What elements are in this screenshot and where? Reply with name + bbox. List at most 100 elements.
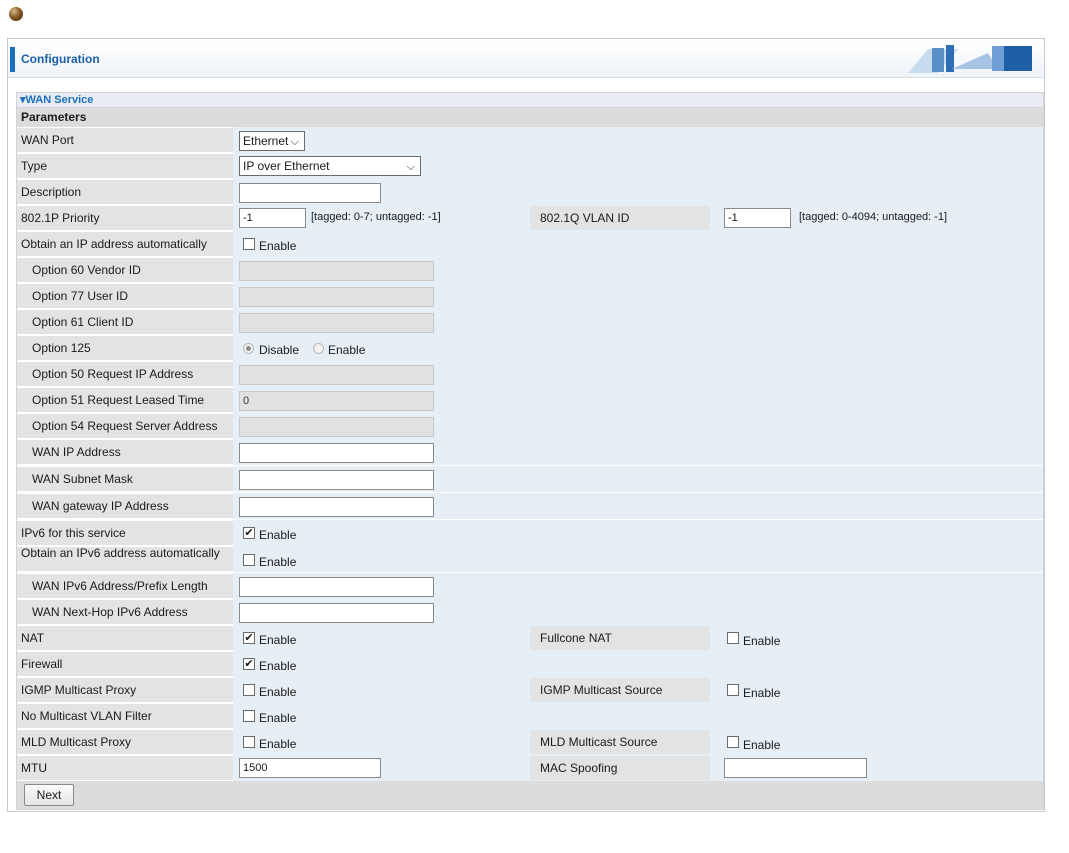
row-ipv6-address: WAN IPv6 Address/Prefix Length xyxy=(17,573,1043,599)
wan-port-label: WAN Port xyxy=(17,128,233,152)
wan-mask-input[interactable] xyxy=(239,470,434,490)
option-54-label: Option 54 Request Server Address xyxy=(17,414,233,438)
option-50-input[interactable] xyxy=(239,365,434,385)
description-cell xyxy=(233,179,1043,205)
row-priority-vlan: 802.1P Priority -1 [tagged: 0-7; untagge… xyxy=(17,205,1043,231)
nat-label: NAT xyxy=(17,626,233,650)
chevron-down-icon: ⌵ xyxy=(406,161,415,173)
option-125-enable-label: Enable xyxy=(328,343,366,357)
option-77-input[interactable] xyxy=(239,287,434,307)
nat-enable-label: Enable xyxy=(259,633,297,647)
no-vlan-filter-checkbox[interactable] xyxy=(243,710,255,722)
option-60-label: Option 60 Vendor ID xyxy=(17,258,233,282)
row-igmp: IGMP Multicast Proxy Enable IGMP Multica… xyxy=(17,677,1043,703)
wan-gateway-input[interactable] xyxy=(239,497,434,517)
igmp-cell: Enable IGMP Multicast Source Enable xyxy=(233,677,1043,703)
chevron-down-icon: ⌵ xyxy=(290,136,299,148)
igmp-proxy-enable-label: Enable xyxy=(259,685,297,699)
ipv6-next-hop-label: WAN Next-Hop IPv6 Address xyxy=(17,600,233,624)
row-no-vlan-filter: No Multicast VLAN Filter Enable xyxy=(17,703,1043,729)
mac-spoofing-label: MAC Spoofing xyxy=(530,756,710,780)
obtain-ipv6-cell: Enable xyxy=(233,546,1043,572)
obtain-ip-label: Obtain an IP address automatically xyxy=(17,232,233,256)
mld-proxy-checkbox[interactable] xyxy=(243,736,255,748)
no-vlan-filter-cell: Enable xyxy=(233,703,1043,729)
no-vlan-filter-label: No Multicast VLAN Filter xyxy=(17,704,233,728)
mtu-input[interactable]: 1500 xyxy=(239,758,381,778)
option-50-label: Option 50 Request IP Address xyxy=(17,362,233,386)
no-vlan-filter-enable-label: Enable xyxy=(259,711,297,725)
type-label: Type xyxy=(17,154,233,178)
igmp-source-checkbox[interactable] xyxy=(727,684,739,696)
obtain-ip-enable-label: Enable xyxy=(259,239,297,253)
header-accent xyxy=(10,47,15,72)
wan-gateway-label: WAN gateway IP Address xyxy=(17,494,233,518)
wan-ip-cell xyxy=(233,439,1043,465)
priority-cell: -1 [tagged: 0-7; untagged: -1] 802.1Q VL… xyxy=(233,205,1043,231)
ipv6-address-input[interactable] xyxy=(239,577,434,597)
obtain-ip-cell: Enable xyxy=(233,231,1043,257)
option-61-input[interactable] xyxy=(239,313,434,333)
ipv6-next-hop-input[interactable] xyxy=(239,603,434,623)
description-input[interactable] xyxy=(239,183,381,203)
option-51-label: Option 51 Request Leased Time xyxy=(17,388,233,412)
obtain-ipv6-checkbox[interactable] xyxy=(243,554,255,566)
wan-port-cell: Ethernet ⌵ xyxy=(233,127,1043,153)
row-option-60: Option 60 Vendor ID xyxy=(17,257,1043,283)
mtu-label: MTU xyxy=(17,756,233,780)
mld-cell: Enable MLD Multicast Source Enable xyxy=(233,729,1043,755)
option-51-input[interactable]: 0 xyxy=(239,391,434,411)
type-select[interactable]: IP over Ethernet ⌵ xyxy=(239,156,421,176)
row-option-54: Option 54 Request Server Address xyxy=(17,413,1043,439)
priority-input[interactable]: -1 xyxy=(239,208,306,228)
row-option-61: Option 61 Client ID xyxy=(17,309,1043,335)
option-60-input[interactable] xyxy=(239,261,434,281)
firewall-checkbox[interactable]: ✔ xyxy=(243,658,255,670)
option-54-input[interactable] xyxy=(239,417,434,437)
type-value: IP over Ethernet xyxy=(243,159,330,173)
mac-spoofing-input[interactable] xyxy=(724,758,867,778)
fullcone-nat-enable-label: Enable xyxy=(743,634,781,648)
next-button[interactable]: Next xyxy=(24,784,74,806)
row-type: Type IP over Ethernet ⌵ xyxy=(17,153,1043,179)
obtain-ipv6-enable-label: Enable xyxy=(259,555,297,569)
option-60-cell xyxy=(233,257,1043,283)
option-61-label: Option 61 Client ID xyxy=(17,310,233,334)
vlan-id-hint: [tagged: 0-4094; untagged: -1] xyxy=(799,211,948,223)
vlan-id-input[interactable]: -1 xyxy=(724,208,791,228)
option-51-cell: 0 xyxy=(233,387,1043,413)
ipv6-checkbox[interactable]: ✔ xyxy=(243,527,255,539)
row-mtu: MTU 1500 MAC Spoofing xyxy=(17,755,1043,781)
option-125-label: Option 125 xyxy=(17,336,233,360)
option-125-enable-radio[interactable] xyxy=(313,343,324,354)
row-option-50: Option 50 Request IP Address xyxy=(17,361,1043,387)
option-125-disable-radio[interactable] xyxy=(243,343,254,354)
fullcone-nat-checkbox[interactable] xyxy=(727,632,739,644)
option-125-disable-label: Disable xyxy=(259,343,300,357)
row-wan-gateway: WAN gateway IP Address xyxy=(17,493,1043,520)
mld-source-checkbox[interactable] xyxy=(727,736,739,748)
igmp-proxy-label: IGMP Multicast Proxy xyxy=(17,678,233,702)
ipv6-address-label: WAN IPv6 Address/Prefix Length xyxy=(17,574,233,598)
fullcone-nat-label: Fullcone NAT xyxy=(530,626,710,650)
row-ipv6: IPv6 for this service ✔ Enable xyxy=(17,520,1043,546)
wan-ip-input[interactable] xyxy=(239,443,434,463)
wan-mask-cell xyxy=(233,466,1043,492)
igmp-source-enable-label: Enable xyxy=(743,686,781,700)
description-label: Description xyxy=(17,180,233,204)
priority-hint: [tagged: 0-7; untagged: -1] xyxy=(311,211,441,223)
row-firewall: Firewall ✔ Enable xyxy=(17,651,1043,677)
obtain-ip-checkbox[interactable] xyxy=(243,238,255,250)
nat-checkbox[interactable]: ✔ xyxy=(243,632,255,644)
section-header[interactable]: ▾WAN Service xyxy=(17,93,1043,108)
row-obtain-ipv6: Obtain an IPv6 address automatically Ena… xyxy=(17,546,1043,573)
ipv6-label: IPv6 for this service xyxy=(17,521,233,545)
mld-source-label: MLD Multicast Source xyxy=(530,730,710,754)
igmp-proxy-checkbox[interactable] xyxy=(243,684,255,696)
configuration-frame: Configuration ▾WAN Service Parameters WA… xyxy=(7,38,1045,812)
wan-port-select[interactable]: Ethernet ⌵ xyxy=(239,131,305,151)
page-title: Configuration xyxy=(21,52,100,66)
nat-cell: ✔ Enable Fullcone NAT Enable xyxy=(233,625,1043,651)
row-ipv6-next-hop: WAN Next-Hop IPv6 Address xyxy=(17,599,1043,625)
igmp-source-label: IGMP Multicast Source xyxy=(530,678,710,702)
